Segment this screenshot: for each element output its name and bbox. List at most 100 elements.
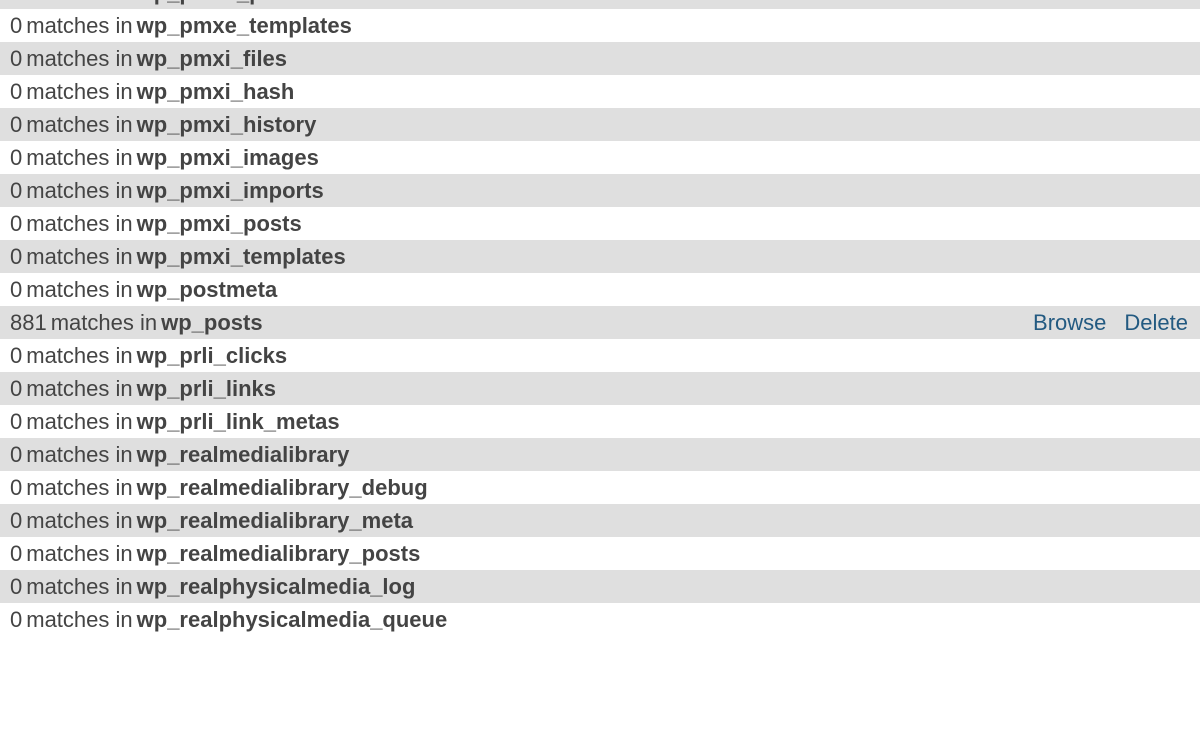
table-name: wp_prli_link_metas xyxy=(137,405,340,438)
matches-in-label: matches in xyxy=(51,306,157,339)
search-results-list: 0matches inwp_pmxe_posts0matches inwp_pm… xyxy=(0,0,1200,636)
result-row-text: 0matches inwp_pmxi_hash xyxy=(10,75,294,108)
result-row: 0matches inwp_realmedialibrary_debug xyxy=(0,471,1200,504)
result-row: 0matches inwp_realmedialibrary_posts xyxy=(0,537,1200,570)
table-name: wp_realmedialibrary xyxy=(137,438,350,471)
result-row-text: 0matches inwp_pmxi_history xyxy=(10,108,316,141)
matches-in-label: matches in xyxy=(26,240,132,273)
table-name: wp_realmedialibrary_meta xyxy=(137,504,413,537)
result-row-text: 881matches inwp_posts xyxy=(10,306,263,339)
table-name: wp_pmxi_files xyxy=(137,42,287,75)
result-row: 0matches inwp_pmxi_hash xyxy=(0,75,1200,108)
matches-in-label: matches in xyxy=(26,405,132,438)
match-count: 0 xyxy=(10,75,22,108)
result-row: 0matches inwp_prli_links xyxy=(0,372,1200,405)
result-row-text: 0matches inwp_realphysicalmedia_log xyxy=(10,570,415,603)
table-name: wp_pmxi_images xyxy=(137,141,319,174)
result-row: 0matches inwp_realmedialibrary_meta xyxy=(0,504,1200,537)
match-count: 0 xyxy=(10,0,22,9)
table-name: wp_postmeta xyxy=(137,273,278,306)
match-count: 0 xyxy=(10,207,22,240)
table-name: wp_pmxi_imports xyxy=(137,174,324,207)
matches-in-label: matches in xyxy=(26,438,132,471)
match-count: 0 xyxy=(10,471,22,504)
result-row-text: 0matches inwp_pmxi_files xyxy=(10,42,287,75)
matches-in-label: matches in xyxy=(26,108,132,141)
table-name: wp_prli_links xyxy=(137,372,276,405)
result-row-text: 0matches inwp_prli_links xyxy=(10,372,276,405)
match-count: 0 xyxy=(10,570,22,603)
browse-link[interactable]: Browse xyxy=(1033,306,1106,339)
table-name: wp_realphysicalmedia_log xyxy=(137,570,416,603)
matches-in-label: matches in xyxy=(26,273,132,306)
result-row: 0matches inwp_pmxi_imports xyxy=(0,174,1200,207)
match-count: 0 xyxy=(10,372,22,405)
match-count: 0 xyxy=(10,603,22,636)
match-count: 0 xyxy=(10,9,22,42)
matches-in-label: matches in xyxy=(26,207,132,240)
result-row-text: 0matches inwp_postmeta xyxy=(10,273,277,306)
matches-in-label: matches in xyxy=(26,372,132,405)
match-count: 0 xyxy=(10,240,22,273)
matches-in-label: matches in xyxy=(26,174,132,207)
table-name: wp_pmxi_hash xyxy=(137,75,295,108)
table-name: wp_pmxi_history xyxy=(137,108,317,141)
match-count: 0 xyxy=(10,438,22,471)
match-count: 0 xyxy=(10,339,22,372)
match-count: 0 xyxy=(10,405,22,438)
matches-in-label: matches in xyxy=(26,570,132,603)
result-row: 0 matches in wp_pmxe_posts xyxy=(0,0,1200,9)
match-count: 881 xyxy=(10,306,47,339)
matches-in-label: matches in xyxy=(26,504,132,537)
result-row: 0matches inwp_pmxi_templates xyxy=(0,240,1200,273)
result-row: 0matches inwp_realphysicalmedia_log xyxy=(0,570,1200,603)
match-count: 0 xyxy=(10,273,22,306)
result-row: 881matches inwp_posts Browse Delete xyxy=(0,306,1200,339)
result-row: 0matches inwp_postmeta xyxy=(0,273,1200,306)
result-row: 0matches inwp_realmedialibrary xyxy=(0,438,1200,471)
result-row-text: 0matches inwp_realphysicalmedia_queue xyxy=(10,603,447,636)
match-count: 0 xyxy=(10,504,22,537)
table-name: wp_prli_clicks xyxy=(137,339,287,372)
matches-in-label: matches in xyxy=(26,9,132,42)
matches-in-label: matches in xyxy=(26,339,132,372)
result-row: 0matches inwp_pmxi_images xyxy=(0,141,1200,174)
table-name: wp_pmxi_templates xyxy=(137,240,346,273)
table-name: wp_posts xyxy=(161,306,262,339)
table-name: wp_realmedialibrary_debug xyxy=(137,471,428,504)
result-row-text: 0matches inwp_realmedialibrary_debug xyxy=(10,471,428,504)
result-row: 0matches inwp_pmxe_templates xyxy=(0,9,1200,42)
result-row: 0matches inwp_prli_link_metas xyxy=(0,405,1200,438)
result-row-text: 0matches inwp_pmxi_imports xyxy=(10,174,324,207)
matches-in-label: matches in xyxy=(26,537,132,570)
match-count: 0 xyxy=(10,174,22,207)
row-actions: Browse Delete xyxy=(1033,306,1188,339)
result-row: 0matches inwp_prli_clicks xyxy=(0,339,1200,372)
table-name: wp_pmxi_posts xyxy=(137,207,302,240)
table-name: wp_pmxe_posts xyxy=(137,0,308,9)
result-row-text: 0matches inwp_realmedialibrary_meta xyxy=(10,504,413,537)
result-row-text: 0matches inwp_prli_link_metas xyxy=(10,405,340,438)
match-count: 0 xyxy=(10,537,22,570)
matches-in-label: matches in xyxy=(26,141,132,174)
matches-in-label: matches in xyxy=(26,603,132,636)
result-row-text: 0matches inwp_pmxi_images xyxy=(10,141,319,174)
result-row: 0matches inwp_realphysicalmedia_queue xyxy=(0,603,1200,636)
result-row-text: 0matches inwp_pmxe_templates xyxy=(10,9,352,42)
matches-in-label: matches in xyxy=(26,471,132,504)
result-row-text: 0matches inwp_realmedialibrary_posts xyxy=(10,537,420,570)
match-count: 0 xyxy=(10,108,22,141)
match-count: 0 xyxy=(10,42,22,75)
match-count: 0 xyxy=(10,141,22,174)
result-row-text: 0matches inwp_pmxi_posts xyxy=(10,207,302,240)
table-name: wp_pmxe_templates xyxy=(137,9,352,42)
result-row: 0matches inwp_pmxi_posts xyxy=(0,207,1200,240)
matches-in-label: matches in xyxy=(26,75,132,108)
delete-link[interactable]: Delete xyxy=(1124,306,1188,339)
result-row-text: 0matches inwp_prli_clicks xyxy=(10,339,287,372)
matches-in-label: matches in xyxy=(26,0,132,9)
matches-in-label: matches in xyxy=(26,42,132,75)
table-name: wp_realphysicalmedia_queue xyxy=(137,603,448,636)
result-row: 0matches inwp_pmxi_history xyxy=(0,108,1200,141)
result-row-text: 0matches inwp_realmedialibrary xyxy=(10,438,349,471)
